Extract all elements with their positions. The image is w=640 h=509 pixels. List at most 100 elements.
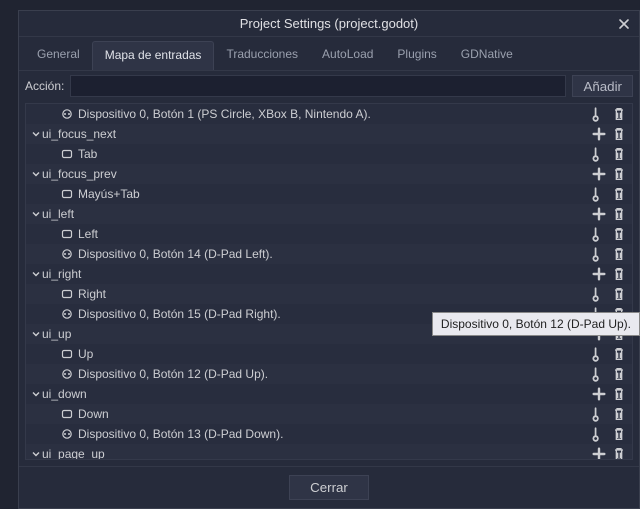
delete-icon[interactable]	[610, 246, 628, 262]
add-event-icon[interactable]	[590, 386, 608, 402]
delete-icon[interactable]	[610, 406, 628, 422]
edit-icon[interactable]	[590, 366, 608, 382]
action-name: ui_down	[42, 387, 590, 401]
edit-icon[interactable]	[590, 226, 608, 242]
delete-icon[interactable]	[610, 386, 628, 402]
event-row[interactable]: Dispositivo 0, Botón 12 (D-Pad Up).	[26, 364, 632, 384]
keyboard-icon	[60, 227, 74, 241]
action-row[interactable]: ui_right	[26, 264, 632, 284]
row-controls	[590, 386, 628, 402]
expand-toggle-icon[interactable]	[30, 450, 42, 458]
tab-mapa-de-entradas[interactable]: Mapa de entradas	[92, 41, 215, 70]
row-controls	[590, 106, 628, 122]
action-row[interactable]: ui_left	[26, 204, 632, 224]
action-row[interactable]: ui_focus_next	[26, 124, 632, 144]
event-row[interactable]: Dispositivo 0, Botón 13 (D-Pad Down).	[26, 424, 632, 444]
event-row[interactable]: Tab	[26, 144, 632, 164]
event-label: Left	[78, 227, 590, 241]
action-row[interactable]: ui_down	[26, 384, 632, 404]
expand-toggle-icon[interactable]	[30, 390, 42, 398]
action-name: ui_focus_next	[42, 127, 590, 141]
project-settings-dialog: Project Settings (project.godot) General…	[18, 10, 640, 509]
expand-toggle-icon[interactable]	[30, 330, 42, 338]
delete-icon[interactable]	[610, 286, 628, 302]
close-icon[interactable]	[615, 15, 633, 33]
delete-icon[interactable]	[610, 366, 628, 382]
row-controls	[590, 166, 628, 182]
row-controls	[590, 246, 628, 262]
keyboard-icon	[60, 407, 74, 421]
row-controls	[590, 226, 628, 242]
event-row[interactable]: Right	[26, 284, 632, 304]
delete-icon[interactable]	[610, 346, 628, 362]
tab-autoload[interactable]: AutoLoad	[310, 41, 385, 70]
delete-icon[interactable]	[610, 206, 628, 222]
add-event-icon[interactable]	[590, 126, 608, 142]
dialog-title: Project Settings (project.godot)	[240, 16, 418, 31]
edit-icon[interactable]	[590, 186, 608, 202]
event-label: Up	[78, 347, 590, 361]
event-row[interactable]: Left	[26, 224, 632, 244]
event-row[interactable]: Dispositivo 0, Botón 1 (PS Circle, XBox …	[26, 104, 632, 124]
action-row[interactable]: ui_focus_prev	[26, 164, 632, 184]
input-map-panel: Dispositivo 0, Botón 1 (PS Circle, XBox …	[25, 103, 633, 460]
action-name-input[interactable]	[70, 75, 566, 97]
delete-icon[interactable]	[610, 266, 628, 282]
edit-icon[interactable]	[590, 346, 608, 362]
edit-icon[interactable]	[590, 426, 608, 442]
delete-icon[interactable]	[610, 426, 628, 442]
titlebar: Project Settings (project.godot)	[19, 11, 639, 37]
event-label: Tab	[78, 147, 590, 161]
event-label: Dispositivo 0, Botón 12 (D-Pad Up).	[78, 367, 590, 381]
edit-icon[interactable]	[590, 146, 608, 162]
action-label: Acción:	[25, 79, 64, 93]
delete-icon[interactable]	[610, 186, 628, 202]
event-row[interactable]: Dispositivo 0, Botón 14 (D-Pad Left).	[26, 244, 632, 264]
action-row[interactable]: ui_page_up	[26, 444, 632, 459]
keyboard-icon	[60, 287, 74, 301]
row-controls	[590, 406, 628, 422]
row-controls	[590, 126, 628, 142]
edit-icon[interactable]	[590, 246, 608, 262]
delete-icon[interactable]	[610, 106, 628, 122]
delete-icon[interactable]	[610, 126, 628, 142]
expand-toggle-icon[interactable]	[30, 270, 42, 278]
event-label: Dispositivo 0, Botón 1 (PS Circle, XBox …	[78, 107, 590, 121]
row-controls	[590, 446, 628, 459]
event-label: Down	[78, 407, 590, 421]
add-event-icon[interactable]	[590, 166, 608, 182]
edit-icon[interactable]	[590, 406, 608, 422]
joybutton-icon	[60, 107, 74, 121]
delete-icon[interactable]	[610, 226, 628, 242]
event-label: Dispositivo 0, Botón 13 (D-Pad Down).	[78, 427, 590, 441]
expand-toggle-icon[interactable]	[30, 210, 42, 218]
expand-toggle-icon[interactable]	[30, 170, 42, 178]
expand-toggle-icon[interactable]	[30, 130, 42, 138]
tab-plugins[interactable]: Plugins	[385, 41, 448, 70]
close-button[interactable]: Cerrar	[289, 475, 369, 500]
input-map-list[interactable]: Dispositivo 0, Botón 1 (PS Circle, XBox …	[26, 104, 632, 459]
tab-general[interactable]: General	[25, 41, 92, 70]
event-label: Dispositivo 0, Botón 14 (D-Pad Left).	[78, 247, 590, 261]
action-add-row: Acción: Añadir	[19, 71, 639, 101]
event-row[interactable]: Mayús+Tab	[26, 184, 632, 204]
delete-icon[interactable]	[610, 146, 628, 162]
add-event-icon[interactable]	[590, 206, 608, 222]
row-controls	[590, 206, 628, 222]
delete-icon[interactable]	[610, 166, 628, 182]
event-row[interactable]: Down	[26, 404, 632, 424]
event-row[interactable]: Up	[26, 344, 632, 364]
add-event-icon[interactable]	[590, 266, 608, 282]
edit-icon[interactable]	[590, 106, 608, 122]
edit-icon[interactable]	[590, 286, 608, 302]
tab-gdnative[interactable]: GDNative	[449, 41, 525, 70]
delete-icon[interactable]	[610, 446, 628, 459]
add-action-button[interactable]: Añadir	[572, 75, 633, 97]
action-name: ui_focus_prev	[42, 167, 590, 181]
joybutton-icon	[60, 307, 74, 321]
add-event-icon[interactable]	[590, 446, 608, 459]
row-controls	[590, 186, 628, 202]
event-label: Right	[78, 287, 590, 301]
tab-traducciones[interactable]: Traducciones	[214, 41, 310, 70]
row-controls	[590, 346, 628, 362]
